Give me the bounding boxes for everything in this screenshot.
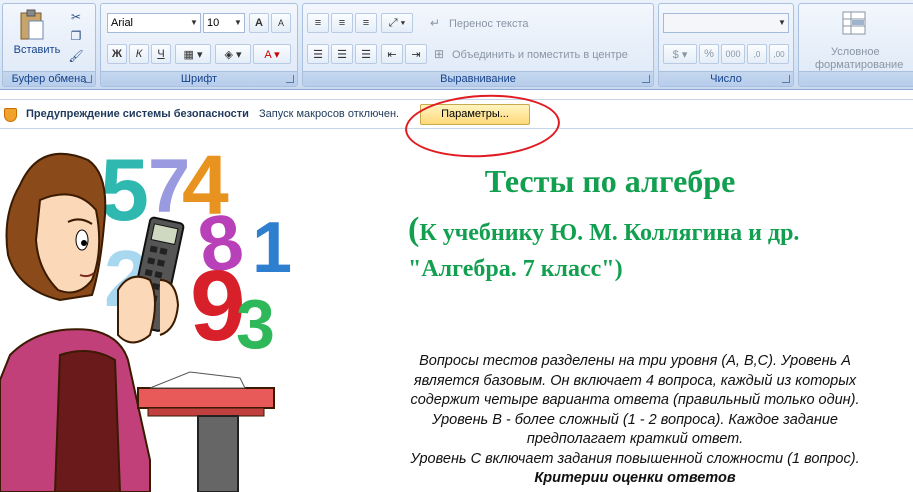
- security-bar: Предупреждение системы безопасности Запу…: [0, 99, 913, 129]
- subtitle-line2: "Алгебра. 7 класс"): [408, 256, 623, 282]
- align-right-icon[interactable]: ☰: [355, 44, 377, 64]
- copy-icon[interactable]: ❐: [67, 28, 85, 44]
- align-middle-icon[interactable]: ≡: [331, 13, 353, 33]
- font-size-combo[interactable]: 10 ▼: [203, 13, 245, 33]
- increase-indent-icon[interactable]: ⇥: [405, 44, 427, 64]
- clipboard-group-label: Буфер обмена: [3, 71, 95, 86]
- font-group: Arial ▼ 10 ▼ A A Ж К Ч ▦ ▾ ◈ ▾ A ▾ Шрифт: [100, 3, 298, 87]
- font-group-label: Шрифт: [101, 71, 297, 86]
- align-left-icon[interactable]: ☰: [307, 44, 329, 64]
- digit-3: 3: [236, 285, 275, 363]
- decrease-indent-icon[interactable]: ⇤: [381, 44, 403, 64]
- number-group: ▼ $ ▾ % 000 ,0 ,00 Число: [658, 3, 794, 87]
- subtitle-line1: К учебнику Ю. М. Коллягина и др.: [419, 220, 800, 246]
- italic-button[interactable]: К: [129, 44, 149, 64]
- grow-font-icon[interactable]: A: [249, 13, 269, 33]
- font-name-value: Arial: [111, 17, 134, 29]
- align-top-icon[interactable]: ≡: [307, 13, 329, 33]
- number-group-label: Число: [659, 71, 793, 86]
- font-launcher-icon[interactable]: [286, 75, 294, 83]
- currency-icon[interactable]: $ ▾: [663, 44, 697, 64]
- borders-icon[interactable]: ▦ ▾: [175, 44, 211, 64]
- chevron-down-icon: ▼: [234, 18, 242, 27]
- description-line: предполагает краткий ответ.: [526, 431, 744, 447]
- alignment-group-label: Выравнивание: [303, 71, 653, 86]
- format-painter-icon[interactable]: 🖌: [67, 48, 85, 64]
- shrink-font-icon[interactable]: A: [271, 13, 291, 33]
- font-size-value: 10: [207, 17, 220, 29]
- font-name-combo[interactable]: Arial ▼: [107, 13, 201, 33]
- page-subtitle: (К учебнику Ю. М. Коллягина и др. "Алгеб…: [408, 212, 878, 287]
- conditional-format-line1[interactable]: Условное: [831, 46, 880, 58]
- conditional-format-line2[interactable]: форматирование: [815, 59, 903, 71]
- shield-icon: [4, 108, 17, 122]
- description-line: является базовым. Он включает 4 вопроса,…: [413, 372, 857, 389]
- paste-button[interactable]: Вставить: [7, 44, 67, 56]
- conditional-format-icon[interactable]: [839, 8, 869, 38]
- description-line: Уровень В - более сложный (1 - 2 вопроса…: [432, 411, 838, 428]
- merge-icon[interactable]: ⊞: [431, 46, 447, 62]
- description-line: Вопросы тестов разделены на три уровня (…: [419, 353, 851, 369]
- alignment-launcher-icon[interactable]: [642, 75, 650, 83]
- paste-icon[interactable]: [17, 8, 47, 42]
- align-bottom-icon[interactable]: ≡: [355, 13, 377, 33]
- decrease-decimal-icon[interactable]: ,00: [769, 44, 789, 64]
- digit-5: 5: [100, 140, 149, 239]
- description-text: Вопросы тестов разделены на три уровня (…: [375, 352, 895, 489]
- page-title: Тесты по алгебре: [484, 163, 736, 199]
- digit-1: 1: [252, 208, 292, 288]
- thousands-button[interactable]: 000: [721, 44, 745, 64]
- options-button[interactable]: Параметры...: [420, 104, 530, 125]
- align-center-icon[interactable]: ☰: [331, 44, 353, 64]
- criteria-heading: Критерии оценки ответов: [534, 470, 736, 486]
- clipboard-group: Вставить ✂ ❐ 🖌 Буфер обмена: [2, 3, 96, 87]
- security-message: Запуск макросов отключен.: [259, 108, 400, 120]
- ribbon: Вставить ✂ ❐ 🖌 Буфер обмена Arial ▼ 10 ▼ A…: [0, 0, 913, 90]
- fill-color-icon[interactable]: ◈ ▾: [215, 44, 251, 64]
- chevron-down-icon: ▼: [190, 18, 198, 27]
- wrap-text-icon[interactable]: ↵: [427, 15, 443, 31]
- styles-group-label: [799, 71, 913, 86]
- description-line: содержит четыре варианта ответа (правиль…: [410, 392, 860, 408]
- number-launcher-icon[interactable]: [782, 75, 790, 83]
- clipboard-launcher-icon[interactable]: [84, 75, 92, 83]
- wrap-text-button[interactable]: Перенос текста: [449, 18, 529, 30]
- percent-button[interactable]: %: [699, 44, 719, 64]
- increase-decimal-icon[interactable]: ,0: [747, 44, 767, 64]
- description-line: Уровень С включает задания повышенной сл…: [410, 450, 860, 467]
- styles-group: Условное форматирование: [798, 3, 913, 87]
- open-paren: (: [408, 211, 420, 248]
- bold-button[interactable]: Ж: [107, 44, 127, 64]
- girl-calculator-illustration: 5 7 4 2 8 1 9 3: [0, 138, 292, 492]
- cut-icon[interactable]: ✂: [67, 8, 85, 26]
- chevron-down-icon: ▼: [778, 18, 786, 27]
- font-color-icon[interactable]: A ▾: [253, 44, 291, 64]
- alignment-group: ≡ ≡ ≡ ⤢ ▾ ↵ Перенос текста ☰ ☰ ☰ ⇤ ⇥ ⊞ О…: [302, 3, 654, 87]
- underline-button[interactable]: Ч: [151, 44, 171, 64]
- security-title: Предупреждение системы безопасности: [26, 108, 249, 120]
- number-format-combo[interactable]: ▼: [663, 13, 789, 33]
- merge-center-button[interactable]: Объединить и поместить в центре: [452, 49, 628, 61]
- orientation-icon[interactable]: ⤢ ▾: [381, 13, 413, 33]
